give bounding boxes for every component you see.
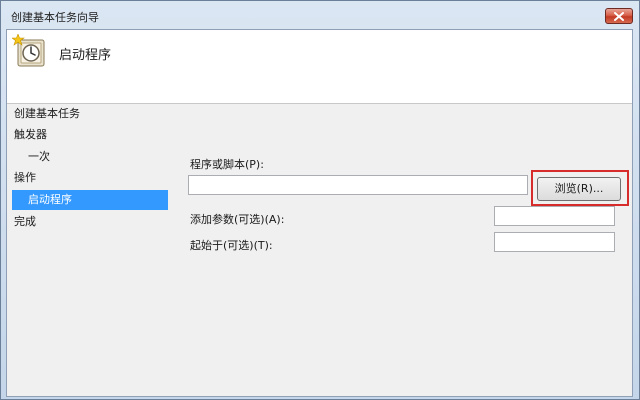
wizard-header: 启动程序 xyxy=(7,30,632,104)
browse-button[interactable]: 浏览(R)... xyxy=(537,177,621,201)
add-arguments-input[interactable] xyxy=(494,206,615,226)
nav-step-create-basic-task: 创建基本任务 xyxy=(14,107,80,120)
nav-step-action[interactable]: 操作 xyxy=(7,168,174,188)
nav-step-start-program[interactable]: 启动程序 xyxy=(12,190,168,210)
program-script-input[interactable] xyxy=(188,175,528,195)
window-title: 创建基本任务向导 xyxy=(11,11,99,24)
page-title: 启动程序 xyxy=(59,48,112,63)
close-button[interactable] xyxy=(605,8,633,24)
clock-task-icon xyxy=(12,34,45,67)
wizard-body: 创建基本任务 触发器 一次 操作 启动程序 完成 程序或脚本(P): 浏览(R)… xyxy=(7,104,632,396)
title-bar[interactable]: 创建基本任务向导 xyxy=(1,1,639,29)
start-in-label: 起始于(可选)(T): xyxy=(190,239,273,252)
wizard-window: 创建基本任务向导 启动程序 创建基本任务 触发器 一次 操作 启动程序 完成 程… xyxy=(0,0,640,400)
wizard-client-area: 启动程序 创建基本任务 触发器 一次 操作 启动程序 完成 程序或脚本(P): … xyxy=(6,29,633,397)
program-script-label: 程序或脚本(P): xyxy=(190,158,264,171)
nav-step-finish[interactable]: 完成 xyxy=(7,212,174,232)
close-icon xyxy=(614,12,624,21)
wizard-steps-nav: 创建基本任务 触发器 一次 操作 启动程序 完成 xyxy=(7,104,175,396)
nav-step-trigger[interactable]: 触发器 xyxy=(7,125,174,145)
start-in-input[interactable] xyxy=(494,232,615,252)
add-arguments-label: 添加参数(可选)(A): xyxy=(190,213,285,226)
nav-step-once[interactable]: 一次 xyxy=(7,147,188,167)
